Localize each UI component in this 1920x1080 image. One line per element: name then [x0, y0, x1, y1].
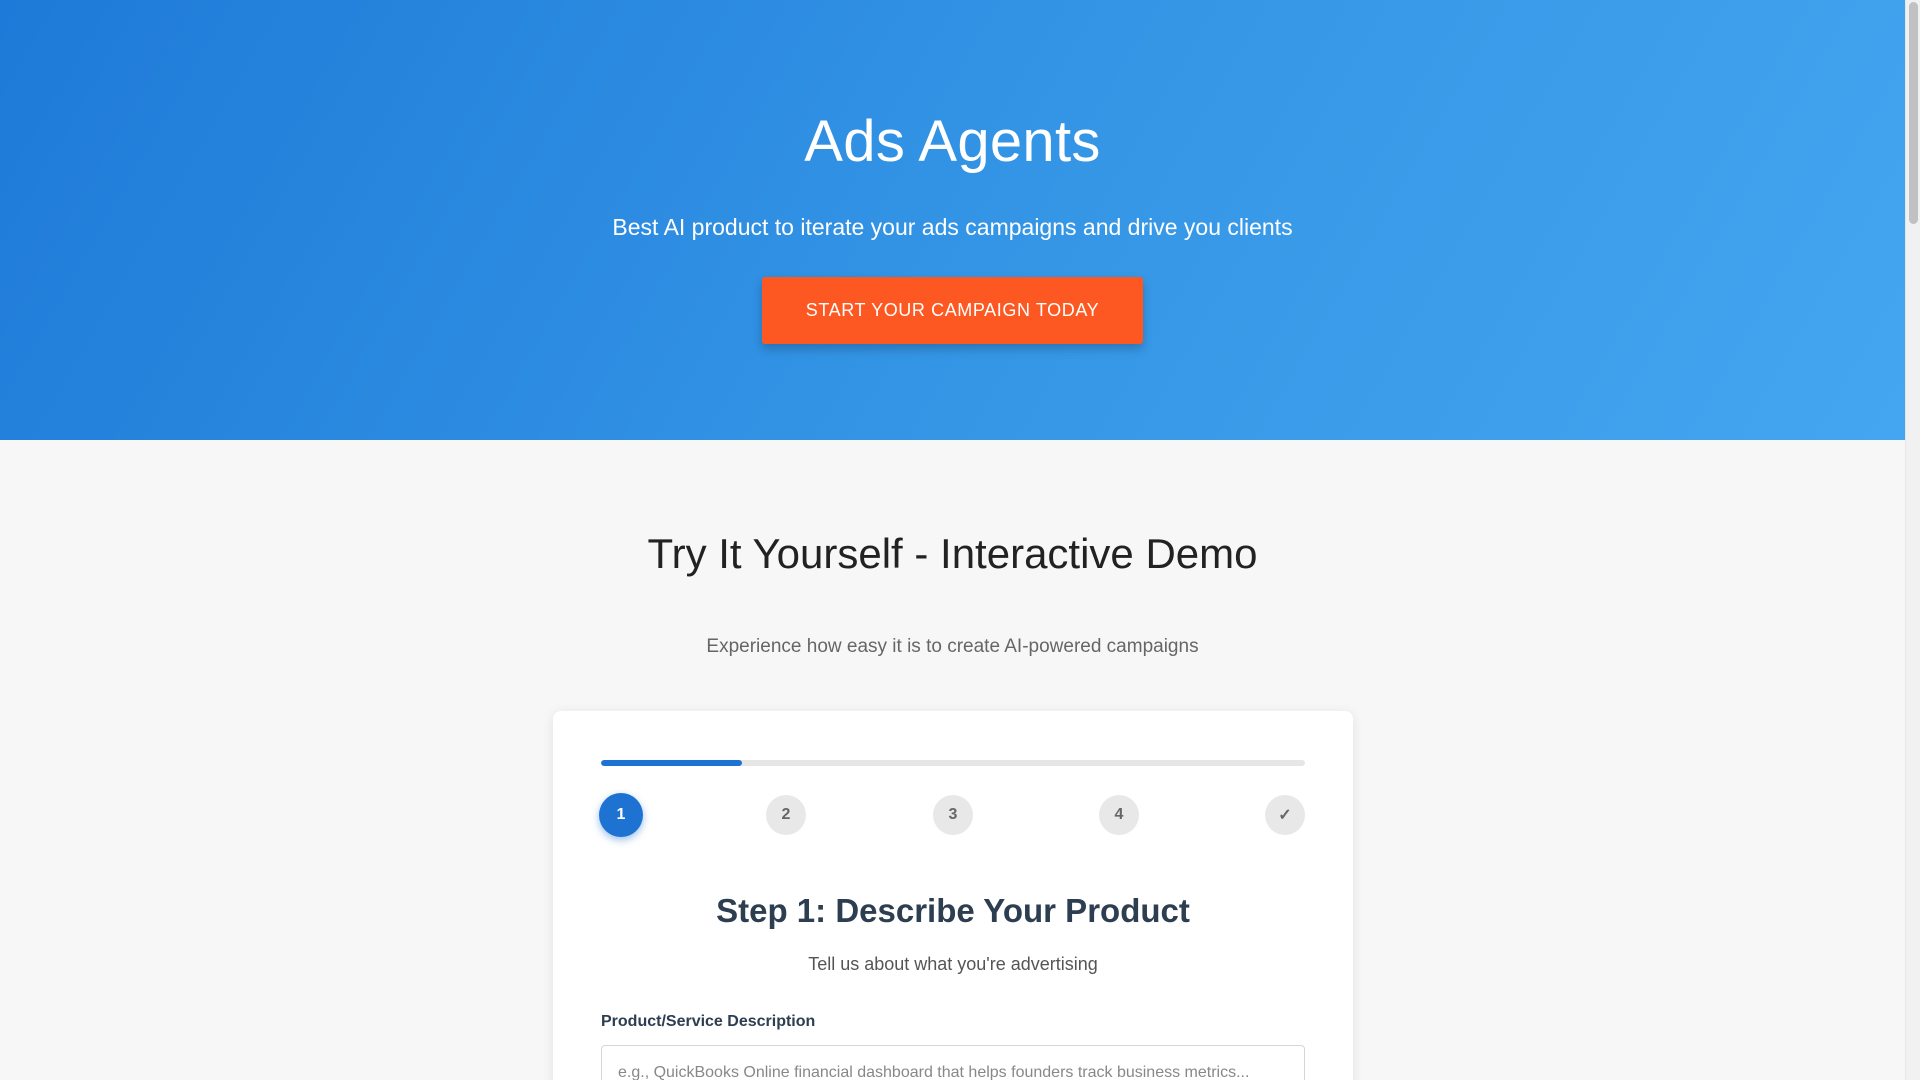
step-title: Step 1: Describe Your Product	[716, 892, 1190, 929]
demo-title: Try It Yourself - Interactive Demo	[647, 530, 1258, 577]
step-indicator-4[interactable]: 4	[1099, 795, 1139, 835]
step-subtitle: Tell us about what you're advertising	[808, 954, 1098, 974]
demo-wizard-card: 1 2 3 4 ✓ Step 1: Describe Your Product …	[553, 711, 1353, 1080]
progress-bar	[601, 760, 1305, 766]
vertical-scrollbar[interactable]	[1905, 0, 1920, 1080]
demo-subtitle: Experience how easy it is to create AI-p…	[706, 636, 1199, 657]
hero-section: Ads Agents Best AI product to iterate yo…	[0, 0, 1905, 440]
hero-title: Ads Agents	[804, 109, 1101, 174]
start-campaign-button[interactable]: START YOUR CAMPAIGN TODAY	[762, 277, 1143, 344]
step-indicator-2[interactable]: 2	[766, 795, 806, 835]
product-description-input[interactable]	[601, 1045, 1305, 1080]
page-viewport: Ads Agents Best AI product to iterate yo…	[0, 0, 1905, 1080]
hero-subtitle: Best AI product to iterate your ads camp…	[612, 214, 1293, 240]
progress-bar-fill	[601, 760, 742, 766]
step-indicator-1[interactable]: 1	[599, 793, 643, 837]
scrollbar-thumb[interactable]	[1909, 2, 1918, 224]
step-indicator-complete[interactable]: ✓	[1265, 795, 1305, 835]
product-description-label: Product/Service Description	[601, 1013, 816, 1030]
demo-section: Try It Yourself - Interactive Demo Exper…	[0, 440, 1905, 1080]
step-indicator-3[interactable]: 3	[933, 795, 973, 835]
